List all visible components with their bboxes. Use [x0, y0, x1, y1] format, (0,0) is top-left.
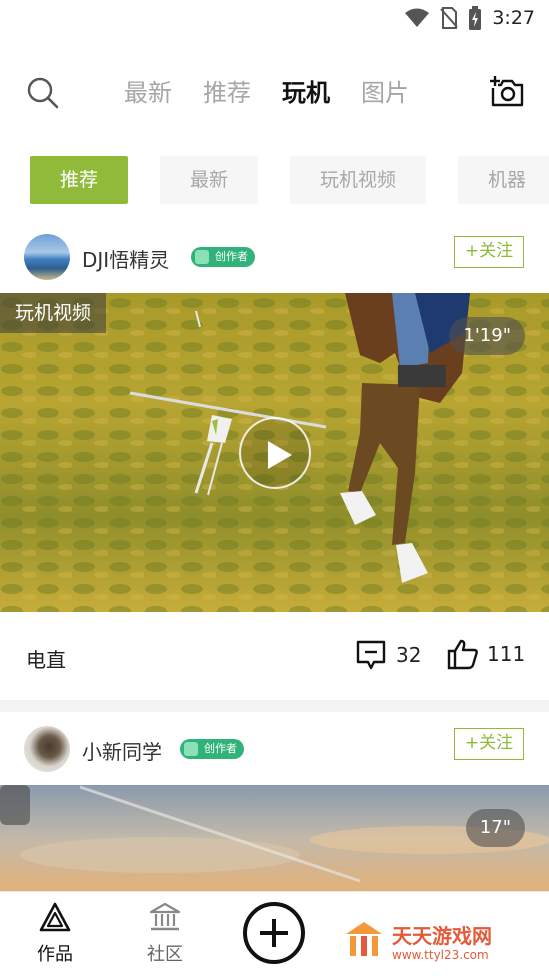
bottom-navigation: 作品 社区 天天游戏网 www.ttyl23.com: [0, 891, 549, 976]
post-divider: [0, 700, 549, 712]
post-header: DJI悟精灵 创作者 +关注: [0, 226, 549, 286]
video-duration: 17": [465, 809, 525, 847]
comment-icon: [356, 640, 386, 670]
creator-badge: 创作者: [191, 247, 255, 267]
watermark-logo-icon: [346, 922, 382, 956]
add-post-button[interactable]: [243, 902, 305, 964]
comment-button[interactable]: 32: [356, 640, 421, 670]
tab-pictures[interactable]: 图片: [361, 76, 409, 110]
status-bar: 3:27: [0, 0, 549, 38]
category-play-video[interactable]: 玩机视频: [290, 156, 427, 204]
nav-works[interactable]: 作品: [20, 902, 90, 966]
creator-icon: [195, 250, 209, 264]
video-frame-image: [0, 785, 549, 891]
like-count: 111: [487, 642, 526, 666]
avatar[interactable]: [24, 726, 70, 772]
tab-recommended[interactable]: 推荐: [203, 76, 251, 110]
username[interactable]: DJI悟精灵: [82, 244, 169, 273]
battery-icon: [469, 6, 482, 30]
watermark-url: www.ttyl23.com: [392, 948, 489, 962]
status-time: 3:27: [492, 7, 535, 29]
camera-add-icon: [490, 76, 524, 107]
works-triangle-icon: [39, 902, 71, 932]
creator-badge: 创作者: [180, 739, 244, 759]
comment-count: 32: [396, 643, 422, 667]
play-icon: [268, 441, 292, 469]
thumbs-up-icon: [447, 639, 478, 670]
avatar[interactable]: [24, 234, 70, 280]
tab-latest[interactable]: 最新: [124, 76, 172, 110]
category-latest[interactable]: 最新: [160, 156, 259, 204]
no-sim-icon: [440, 7, 459, 29]
nav-community-label: 社区: [147, 944, 183, 965]
top-nav: 最新 推荐 玩机 图片: [0, 62, 549, 124]
camera-button[interactable]: [489, 74, 525, 110]
username[interactable]: 小新同学: [82, 736, 162, 765]
nav-community[interactable]: 社区: [130, 902, 200, 966]
category-tabs: 推荐 最新 玩机视频 机器: [30, 156, 549, 204]
video-thumbnail[interactable]: 玩机视频 1'19": [0, 293, 549, 612]
wifi-icon: [405, 8, 430, 27]
main-tabs: 最新 推荐 玩机 图片: [124, 76, 409, 110]
post-title[interactable]: 电直: [26, 644, 66, 673]
creator-badge-label: 创作者: [204, 742, 237, 755]
category-machine[interactable]: 机器: [458, 156, 549, 204]
video-thumbnail[interactable]: 17": [0, 785, 549, 891]
creator-badge-label: 创作者: [215, 250, 248, 263]
play-button[interactable]: [239, 417, 311, 489]
post-footer: 电直 32 111: [0, 612, 549, 700]
community-building-icon: [149, 902, 181, 931]
tab-play[interactable]: 玩机: [282, 76, 330, 110]
watermark-title: 天天游戏网: [392, 924, 492, 948]
follow-button[interactable]: +关注: [454, 236, 524, 268]
search-icon: [27, 77, 59, 109]
category-recommended[interactable]: 推荐: [30, 156, 129, 204]
video-duration: 1'19": [449, 317, 525, 355]
creator-icon: [184, 742, 198, 756]
follow-button[interactable]: +关注: [454, 728, 524, 760]
video-category-tag: 玩机视频: [0, 293, 107, 333]
like-button[interactable]: 111: [447, 638, 525, 670]
nav-works-label: 作品: [37, 944, 73, 965]
search-button[interactable]: [26, 76, 60, 110]
post-header: 小新同学 创作者 +关注: [0, 718, 549, 778]
